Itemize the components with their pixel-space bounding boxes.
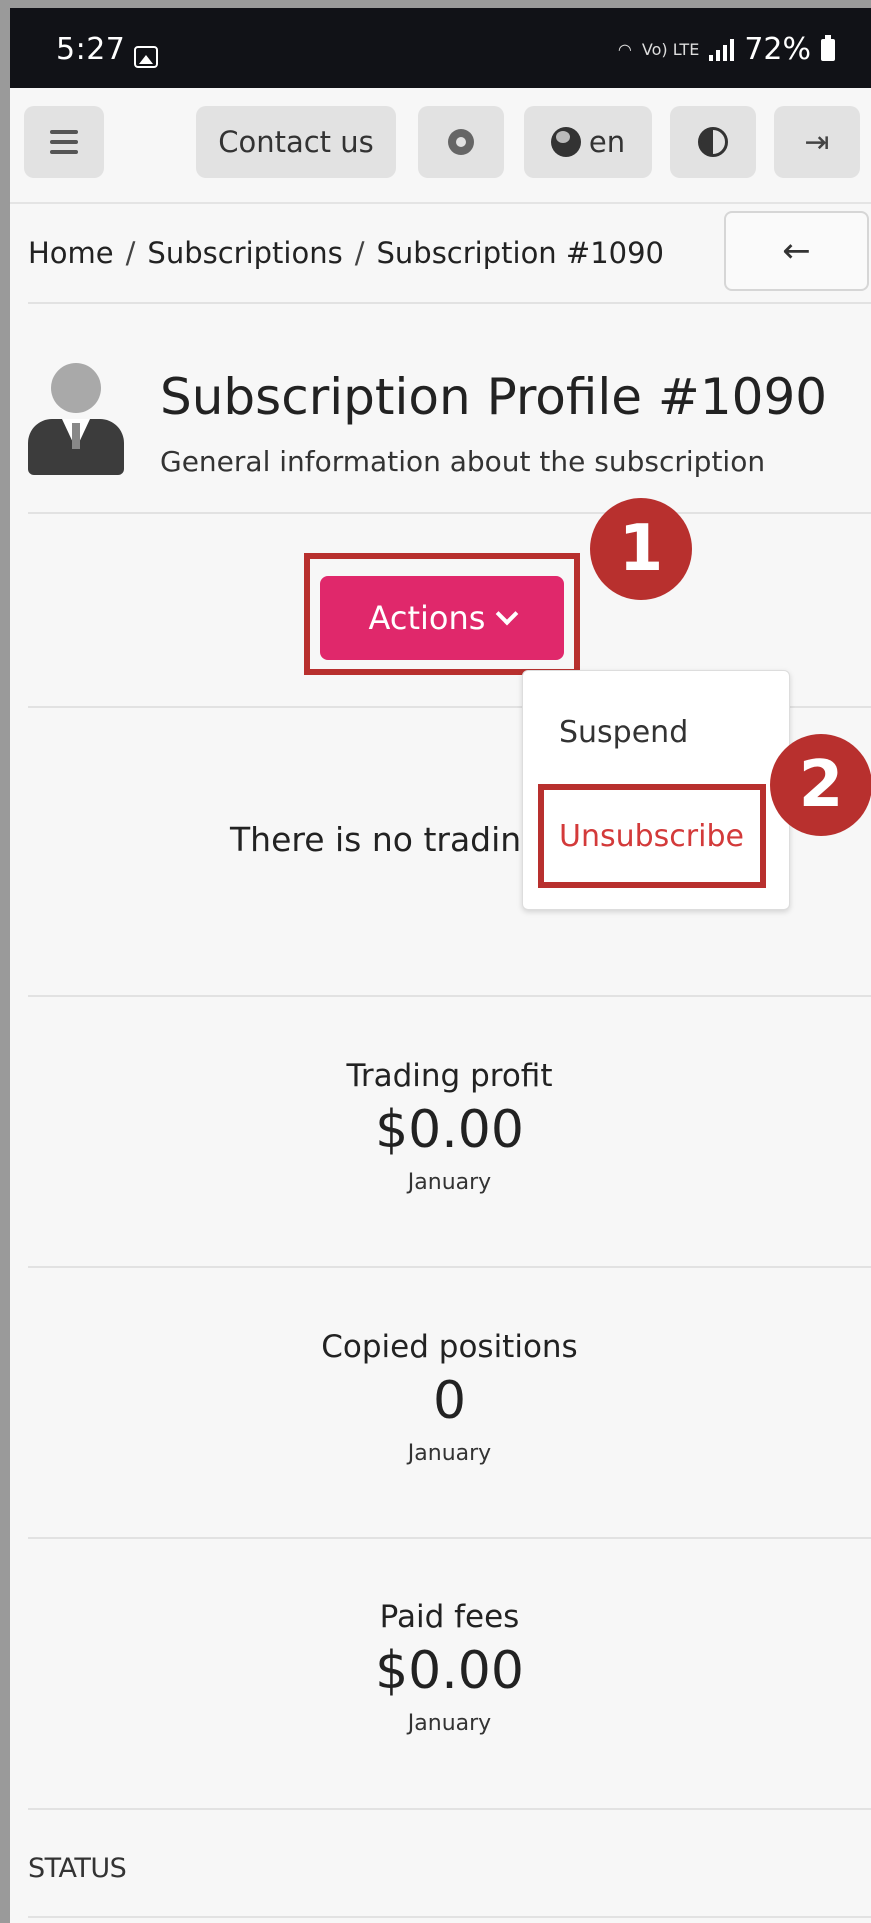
stat-value: $0.00 [375, 1100, 524, 1160]
language-button[interactable]: en [524, 106, 652, 178]
breadcrumb: Home / Subscriptions / Subscription #109… [28, 236, 664, 270]
no-trading-notice: There is no trading [230, 820, 543, 859]
signal-icon [709, 38, 735, 61]
stat-label: Trading profit [346, 1058, 553, 1094]
breadcrumb-subscriptions[interactable]: Subscriptions [147, 236, 342, 270]
globe-icon [550, 127, 581, 157]
stat-paid-fees: Paid fees $0.00 January [28, 1599, 871, 1736]
status-bar: 5:27 ◠ Vo) LTE 72% [10, 8, 871, 88]
actions-label: Actions [368, 599, 486, 637]
stat-period: January [407, 1170, 492, 1195]
divider [28, 1537, 871, 1539]
status-time: 5:27 [56, 32, 126, 67]
top-navbar: Contact us en ⇥ [10, 88, 871, 204]
contrast-icon [698, 127, 728, 157]
stat-period: January [407, 1711, 492, 1736]
logout-icon: ⇥ [804, 124, 830, 160]
arrow-left-icon: ← [782, 231, 811, 271]
divider [28, 1916, 871, 1918]
status-right: ◠ Vo) LTE 72% [618, 32, 835, 67]
app-screen: 5:27 ◠ Vo) LTE 72% Contact us en ⇥ Home [10, 8, 871, 1923]
chevron-down-icon [496, 602, 519, 626]
battery-percent: 72% [744, 32, 811, 67]
status-section-label: STATUS [28, 1853, 127, 1884]
divider [28, 512, 871, 514]
logout-button[interactable]: ⇥ [774, 106, 860, 178]
settings-button[interactable] [418, 106, 504, 178]
volte-icon: Vo) LTE [641, 40, 700, 59]
annotation-step-1: 1 [590, 498, 692, 600]
wifi-icon: ◠ [617, 40, 632, 59]
theme-toggle-button[interactable] [670, 106, 756, 178]
stat-value: $0.00 [375, 1641, 524, 1701]
breadcrumb-current: Subscription #1090 [376, 236, 665, 270]
avatar [28, 363, 124, 481]
hamburger-icon [50, 130, 78, 154]
stat-label: Paid fees [379, 1599, 520, 1635]
divider [28, 995, 871, 997]
image-notification-icon [134, 46, 158, 68]
stat-copied-positions: Copied positions 0 January [28, 1329, 871, 1466]
stat-period: January [407, 1441, 492, 1466]
contact-us-button[interactable]: Contact us [196, 106, 396, 178]
back-button[interactable]: ← [724, 211, 869, 291]
battery-icon [821, 34, 835, 61]
page-title: Subscription Profile #1090 [160, 368, 828, 426]
divider [28, 1266, 871, 1268]
gear-icon [448, 129, 474, 155]
breadcrumb-separator: / [354, 236, 365, 270]
menu-item-suspend[interactable]: Suspend [559, 715, 688, 750]
stat-value: 0 [432, 1371, 467, 1431]
language-label: en [588, 125, 626, 159]
divider [28, 302, 871, 304]
breadcrumb-separator: / [125, 236, 136, 270]
menu-button[interactable] [24, 106, 104, 178]
stat-label: Copied positions [321, 1329, 578, 1365]
divider [28, 1808, 871, 1810]
annotation-box-unsubscribe [538, 784, 766, 888]
annotation-step-2: 2 [770, 734, 871, 836]
actions-button[interactable]: Actions [320, 576, 564, 660]
page-subtitle: General information about the subscripti… [160, 445, 766, 478]
stat-trading-profit: Trading profit $0.00 January [28, 1058, 871, 1195]
breadcrumb-home[interactable]: Home [28, 236, 114, 270]
